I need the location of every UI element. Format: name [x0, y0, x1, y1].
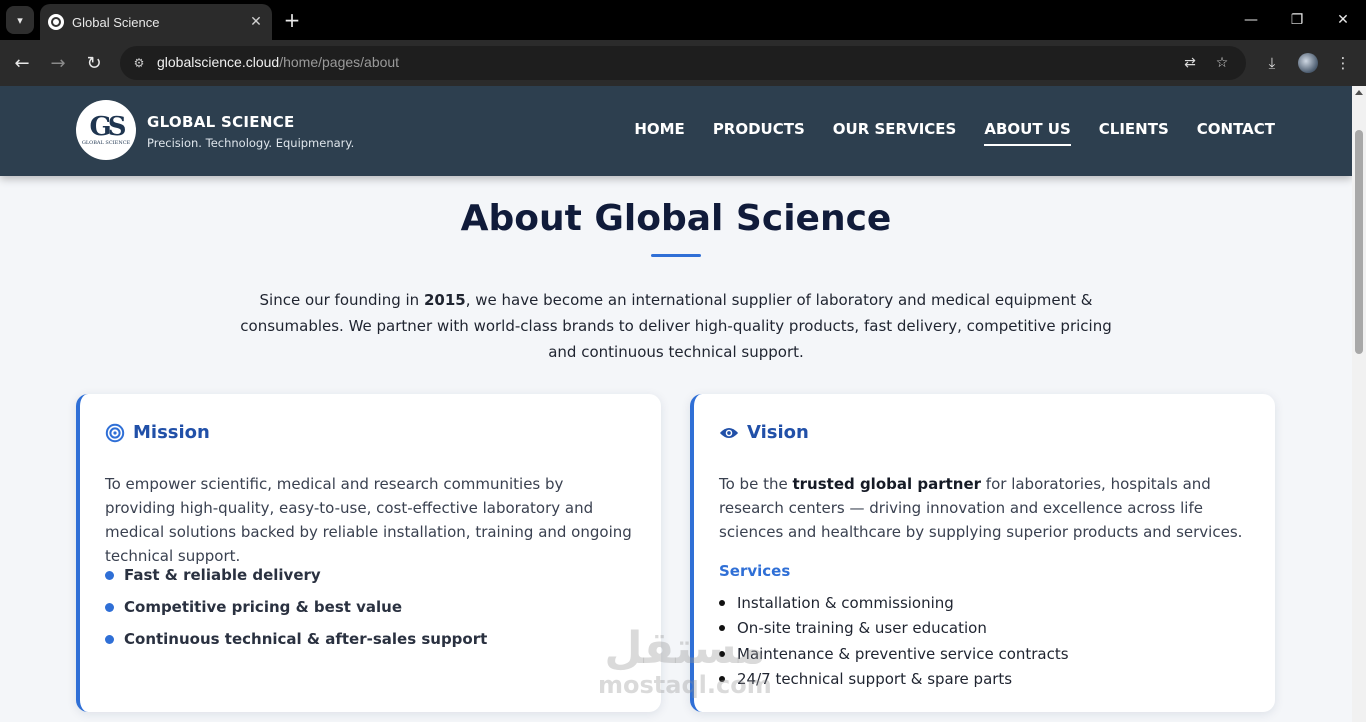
close-window-icon[interactable]: ✕ [1320, 0, 1366, 40]
brand-name[interactable]: GLOBAL SCIENCE [147, 113, 295, 131]
vision-text-start: To be the [719, 475, 793, 493]
scrollbar-thumb[interactable] [1355, 130, 1363, 354]
close-tab-icon[interactable]: ✕ [246, 12, 266, 32]
intro-text-start: Since our founding in [259, 291, 424, 309]
mission-card: Mission To empower scientific, medical a… [76, 394, 661, 712]
logo-caption: GLOBAL SCIENCE [81, 140, 131, 146]
service-text: On-site training & user education [737, 619, 987, 638]
mission-point-text: Continuous technical & after-sales suppo… [124, 630, 488, 648]
mission-points: Fast & reliable delivery Competitive pri… [105, 559, 487, 655]
profile-avatar[interactable] [1298, 53, 1318, 73]
bullet-dot-icon [105, 602, 114, 612]
tab-search-icon[interactable]: ▾ [6, 6, 34, 34]
title-underline [651, 254, 701, 257]
download-icon[interactable]: ⤓ [1261, 52, 1283, 74]
brand-tagline: Precision. Technology. Equipmenary. [147, 136, 355, 150]
service-text: Installation & commissioning [737, 593, 954, 612]
eye-icon [719, 423, 739, 443]
url-path: /home/pages/about [279, 54, 400, 70]
mission-text: To empower scientific, medical and resea… [105, 475, 632, 565]
new-tab-icon[interactable]: + [280, 8, 304, 32]
vision-card: Vision To be the trusted global partner … [690, 394, 1275, 712]
nav-contact[interactable]: CONTACT [1197, 120, 1275, 146]
menu-kebab-icon[interactable]: ⋮ [1332, 52, 1354, 74]
nav-our-services[interactable]: OUR SERVICES [833, 120, 957, 146]
forward-arrow-icon[interactable]: → [44, 49, 72, 77]
site-logo[interactable]: GS GLOBAL SCIENCE [76, 100, 136, 160]
vision-header: Vision [719, 422, 809, 443]
scroll-up-arrow-icon[interactable] [1355, 90, 1363, 95]
tab-title: Global Science [72, 14, 160, 30]
nav-clients[interactable]: CLIENTS [1099, 120, 1169, 146]
nav-home[interactable]: HOME [634, 120, 684, 146]
mission-header: Mission [105, 422, 210, 443]
mission-point-text: Fast & reliable delivery [124, 566, 321, 584]
mission-point-text: Competitive pricing & best value [124, 598, 403, 616]
target-icon [105, 423, 125, 443]
site-settings-icon[interactable]: ⚙ [130, 54, 148, 72]
bookmark-star-icon[interactable]: ☆ [1212, 53, 1232, 73]
list-item: Continuous technical & after-sales suppo… [105, 623, 487, 655]
watermark-arabic: مستقل [604, 623, 766, 674]
service-text: Maintenance & preventive service contrac… [737, 644, 1069, 663]
bullet-dot-icon [105, 570, 114, 580]
browser-toolbar: ← → ↻ ⚙ globalscience.cloud/home/pages/a… [0, 40, 1366, 86]
back-arrow-icon[interactable]: ← [8, 49, 36, 77]
watermark: مستقل mostaql.com [598, 623, 772, 699]
vision-text: To be the trusted global partner for lab… [719, 472, 1249, 544]
service-text: 24/7 technical support & spare parts [737, 670, 1013, 689]
site-header: GS GLOBAL SCIENCE GLOBAL SCIENCE Precisi… [0, 86, 1352, 176]
bullet-dot-icon [719, 599, 725, 606]
nav-about-us[interactable]: ABOUT US [984, 120, 1071, 146]
nav-products[interactable]: PRODUCTS [713, 120, 805, 146]
bullet-dot-icon [105, 634, 114, 644]
vision-emphasis: trusted global partner [792, 475, 982, 493]
restore-window-icon[interactable]: ❐ [1274, 0, 1320, 40]
list-item: Competitive pricing & best value [105, 591, 487, 623]
services-heading: Services [719, 562, 791, 580]
list-item: Fast & reliable delivery [105, 559, 487, 591]
browser-tab-bar: ▾ Global Science ✕ + — ❐ ✕ [0, 0, 1366, 40]
translate-icon[interactable]: ⇄ [1180, 53, 1200, 73]
mission-heading: Mission [133, 422, 210, 443]
url-host: globalscience.cloud [157, 54, 280, 70]
site-favicon-icon [48, 14, 64, 30]
page-scrollbar[interactable] [1352, 86, 1366, 722]
page-viewport: GS GLOBAL SCIENCE GLOBAL SCIENCE Precisi… [0, 86, 1352, 722]
founding-year: 2015 [423, 291, 466, 309]
url-text[interactable]: globalscience.cloud/home/pages/about [157, 54, 399, 70]
browser-tab[interactable]: Global Science ✕ [40, 4, 272, 40]
reload-icon[interactable]: ↻ [80, 49, 108, 77]
address-bar[interactable]: ⚙ globalscience.cloud/home/pages/about ⇄… [120, 46, 1246, 80]
watermark-latin: mostaql.com [598, 671, 772, 699]
page-title: About Global Science [460, 198, 892, 239]
main-nav: HOME PRODUCTS OUR SERVICES ABOUT US CLIE… [634, 120, 1275, 146]
intro-paragraph: Since our founding in 2015, we have beco… [226, 287, 1126, 365]
minimize-window-icon[interactable]: — [1228, 0, 1274, 40]
vision-heading: Vision [747, 422, 809, 443]
list-item: Installation & commissioning [719, 590, 1069, 616]
logo-monogram: GS [89, 112, 127, 142]
